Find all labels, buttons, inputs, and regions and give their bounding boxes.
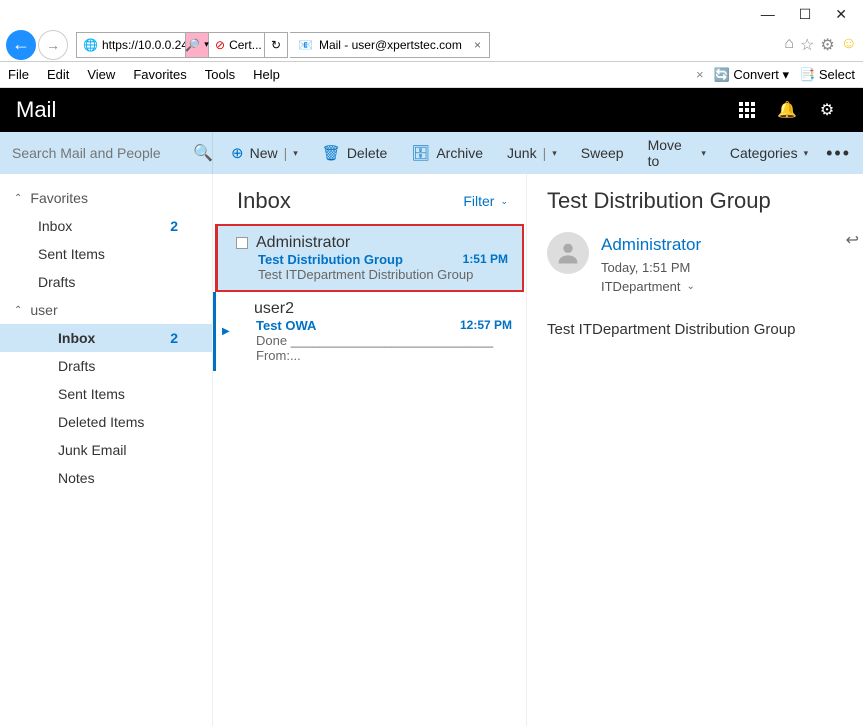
close-bar-icon[interactable]: × — [696, 67, 704, 82]
message-item-1[interactable]: ▶ user2 Test OWA 12:57 PM Done __________… — [213, 292, 526, 371]
avatar — [547, 232, 589, 274]
app-header: Mail 🔔 ⚙ — [0, 88, 863, 132]
sidebar-item-notes[interactable]: Notes — [0, 464, 212, 492]
message-time: 12:57 PM — [460, 318, 512, 333]
browser-bar: ← → 🌐 https://10.0.0.24/ 🔎▾ ⊘Cert... ↻ 📧 … — [0, 28, 863, 62]
message-subject: Test Distribution Group — [258, 252, 403, 267]
toolbar: 🔍 ⊕New |▾ 🗑Delete 🗄Archive Junk |▾ Sweep… — [0, 132, 863, 174]
message-from: Administrator — [256, 234, 350, 252]
sidebar-item-fav-sent[interactable]: Sent Items — [0, 240, 212, 268]
message-item-0[interactable]: Administrator Test Distribution Group 1:5… — [215, 224, 524, 292]
address-bar[interactable]: 🌐 https://10.0.0.24/ 🔎▾ ⊘Cert... ↻ — [76, 32, 288, 58]
reading-subject: Test Distribution Group — [547, 188, 853, 214]
menu-tools[interactable]: Tools — [205, 67, 235, 82]
search-icon[interactable]: 🔍 — [193, 143, 213, 163]
select-button[interactable]: 📑 Select — [799, 67, 855, 83]
search-input[interactable] — [12, 145, 193, 161]
sidebar-item-fav-drafts[interactable]: Drafts — [0, 268, 212, 296]
message-from: user2 — [254, 300, 294, 318]
settings-icon[interactable]: ⚙ — [807, 100, 847, 120]
menu-file[interactable]: File — [8, 67, 29, 82]
message-preview: Done ____________________________ From:.… — [234, 333, 512, 363]
reading-body: Test ITDepartment Distribution Group — [547, 321, 853, 338]
message-preview: Test ITDepartment Distribution Group — [236, 267, 508, 282]
sidebar-item-drafts[interactable]: Drafts — [0, 352, 212, 380]
favorites-icon[interactable]: ☆ — [800, 35, 814, 55]
message-time: 1:51 PM — [463, 252, 508, 267]
app-launcher-icon[interactable] — [727, 102, 767, 118]
menu-help[interactable]: Help — [253, 67, 280, 82]
filter-button[interactable]: Filter⌄ — [463, 193, 508, 209]
menu-edit[interactable]: Edit — [47, 67, 69, 82]
expand-recipients-icon[interactable]: ⌄ — [686, 279, 694, 294]
sidebar-item-junk[interactable]: Junk Email — [0, 436, 212, 464]
owa-icon: 📧 — [298, 38, 313, 52]
archive-button[interactable]: 🗄Archive — [411, 144, 483, 162]
sweep-button[interactable]: Sweep — [581, 145, 624, 161]
more-actions-button[interactable]: ••• — [826, 143, 863, 164]
sidebar-item-deleted[interactable]: Deleted Items — [0, 408, 212, 436]
refresh-button[interactable]: ↻ — [265, 33, 287, 57]
menu-bar: File Edit View Favorites Tools Help × 🔄 … — [0, 62, 863, 88]
tools-icon[interactable]: ⚙ — [820, 35, 834, 55]
junk-button[interactable]: Junk |▾ — [507, 145, 557, 161]
browser-tab[interactable]: 📧 Mail - user@xpertstec.com × — [290, 32, 490, 58]
move-button[interactable]: Move to ▾ — [648, 137, 706, 169]
sidebar-item-inbox[interactable]: Inbox2 — [0, 324, 212, 352]
reading-pane: Test Distribution Group Administrator To… — [527, 174, 863, 726]
window-close[interactable]: ✕ — [835, 6, 847, 23]
url-text: https://10.0.0.24/ — [102, 38, 185, 52]
tab-close-icon[interactable]: × — [474, 38, 481, 52]
sidebar-item-sent[interactable]: Sent Items — [0, 380, 212, 408]
cert-error[interactable]: ⊘Cert... — [209, 33, 265, 57]
menu-favorites[interactable]: Favorites — [133, 67, 186, 82]
new-button[interactable]: ⊕New |▾ — [231, 144, 298, 162]
search-segment[interactable]: 🔎▾ — [185, 33, 209, 57]
sidebar-group-user[interactable]: ⌃user — [0, 296, 212, 324]
nav-forward-button[interactable]: → — [38, 30, 68, 60]
reply-all-icon[interactable]: ↩ — [846, 230, 859, 250]
message-subject: Test OWA — [256, 318, 316, 333]
app-title: Mail — [16, 97, 56, 123]
delete-button[interactable]: 🗑Delete — [322, 144, 388, 162]
tab-title: Mail - user@xpertstec.com — [319, 38, 462, 52]
nav-back-button[interactable]: ← — [6, 30, 36, 60]
categories-button[interactable]: Categories ▾ — [730, 145, 808, 161]
reply-indicator-icon: ▶ — [222, 326, 230, 337]
sidebar-group-favorites[interactable]: ⌃Favorites — [0, 184, 212, 212]
convert-button[interactable]: 🔄 Convert ▾ — [714, 67, 789, 83]
folder-title: Inbox — [237, 188, 291, 214]
reading-to: ITDepartment — [601, 277, 680, 297]
message-list-pane: Inbox Filter⌄ Administrator Test Distrib… — [213, 174, 527, 726]
reading-datetime: Today, 1:51 PM — [601, 258, 701, 278]
home-icon[interactable]: ⌂ — [784, 35, 794, 55]
window-minimize[interactable]: — — [761, 6, 775, 22]
smiley-icon[interactable]: ☺ — [841, 35, 857, 55]
sidebar-item-fav-inbox[interactable]: Inbox2 — [0, 212, 212, 240]
menu-view[interactable]: View — [87, 67, 115, 82]
search-box[interactable]: 🔍 — [0, 132, 213, 174]
window-maximize[interactable]: ☐ — [799, 6, 812, 23]
message-checkbox[interactable] — [236, 237, 248, 249]
sidebar: ⌃Favorites Inbox2 Sent Items Drafts ⌃use… — [0, 174, 213, 726]
notifications-icon[interactable]: 🔔 — [767, 100, 807, 120]
ie-icon: 🌐 — [83, 38, 98, 52]
reading-sender[interactable]: Administrator — [601, 232, 701, 258]
